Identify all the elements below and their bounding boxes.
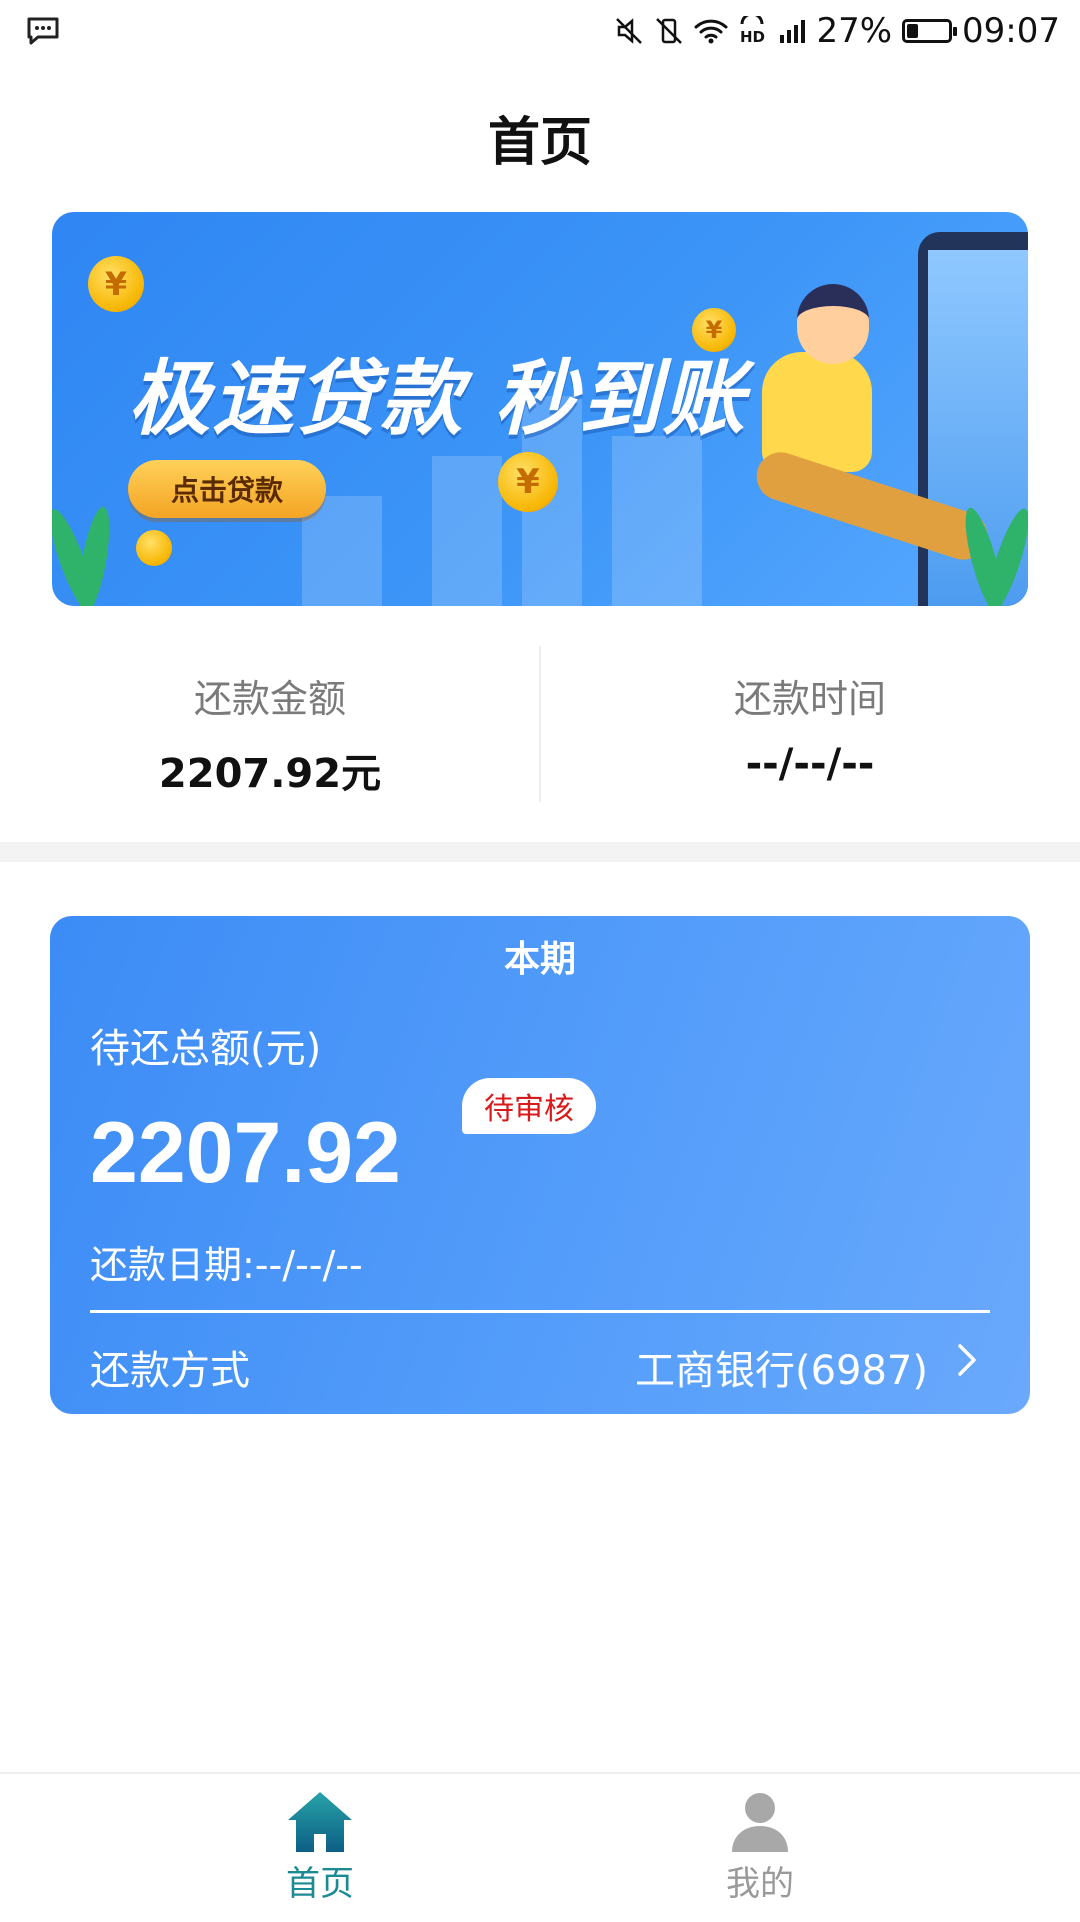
repayment-date: 还款日期:--/--/-- — [90, 1243, 363, 1287]
apply-loan-button[interactable]: 点击贷款 — [128, 460, 326, 518]
page-title: 首页 — [487, 113, 592, 173]
clock: 09:07 — [962, 11, 1060, 51]
tab-mine[interactable]: 我的 — [610, 1774, 910, 1922]
repayment-time-value: --/--/-- — [745, 741, 875, 787]
repayment-amount-label: 还款金额 — [193, 677, 346, 721]
svg-text:HD: HD — [740, 28, 765, 46]
mute-icon — [614, 16, 644, 46]
divider — [90, 1310, 990, 1313]
card-title: 本期 — [503, 939, 576, 980]
repayment-summary: 还款金额 2207.92元 还款时间 --/--/-- — [0, 640, 1080, 810]
repayment-amount-value: 2207.92元 — [158, 751, 382, 797]
status-bar: HD 27% 09:07 — [0, 0, 1080, 62]
repayment-method-label[interactable]: 还款方式 — [90, 1338, 250, 1396]
repayment-time-block: 还款时间 --/--/-- — [540, 640, 1080, 787]
bottom-tab-bar: 首页 我的 — [0, 1772, 1080, 1922]
hd-call-icon: HD — [738, 16, 768, 46]
tab-home[interactable]: 首页 — [170, 1774, 470, 1922]
user-icon — [732, 1793, 788, 1852]
vibrate-off-icon — [654, 16, 684, 46]
battery-percent: 27% — [816, 11, 893, 51]
repayment-method-value[interactable]: 工商银行(6987) — [635, 1338, 928, 1396]
tab-mine-label: 我的 — [726, 1864, 794, 1904]
tab-home-label: 首页 — [286, 1864, 354, 1904]
banner-headline: 极速贷款 秒到账 — [128, 352, 747, 447]
battery-icon — [902, 19, 958, 43]
chevron-right-icon[interactable] — [946, 1340, 986, 1380]
current-period-card: 本期 待还总额(元) 2207.92 待审核 还款日期:--/--/-- 还款方… — [50, 916, 1030, 1414]
status-badge: 待审核 — [462, 1078, 596, 1134]
message-notification-icon — [26, 16, 60, 46]
promo-banner[interactable]: ¥ ¥ ¥ 极速贷款 秒到账 点击贷款 — [52, 212, 1028, 606]
coin-icon — [136, 530, 172, 566]
wifi-icon — [694, 17, 728, 45]
total-due-amount: 2207.92 — [90, 1105, 401, 1201]
coin-icon: ¥ — [88, 256, 144, 312]
repayment-time-label: 还款时间 — [733, 677, 886, 721]
home-icon — [288, 1792, 352, 1852]
coin-icon: ¥ — [498, 452, 558, 512]
repayment-amount-block: 还款金额 2207.92元 — [0, 640, 540, 799]
total-due-label: 待还总额(元) — [90, 1026, 322, 1072]
section-separator — [0, 842, 1080, 862]
signal-icon — [778, 17, 806, 45]
